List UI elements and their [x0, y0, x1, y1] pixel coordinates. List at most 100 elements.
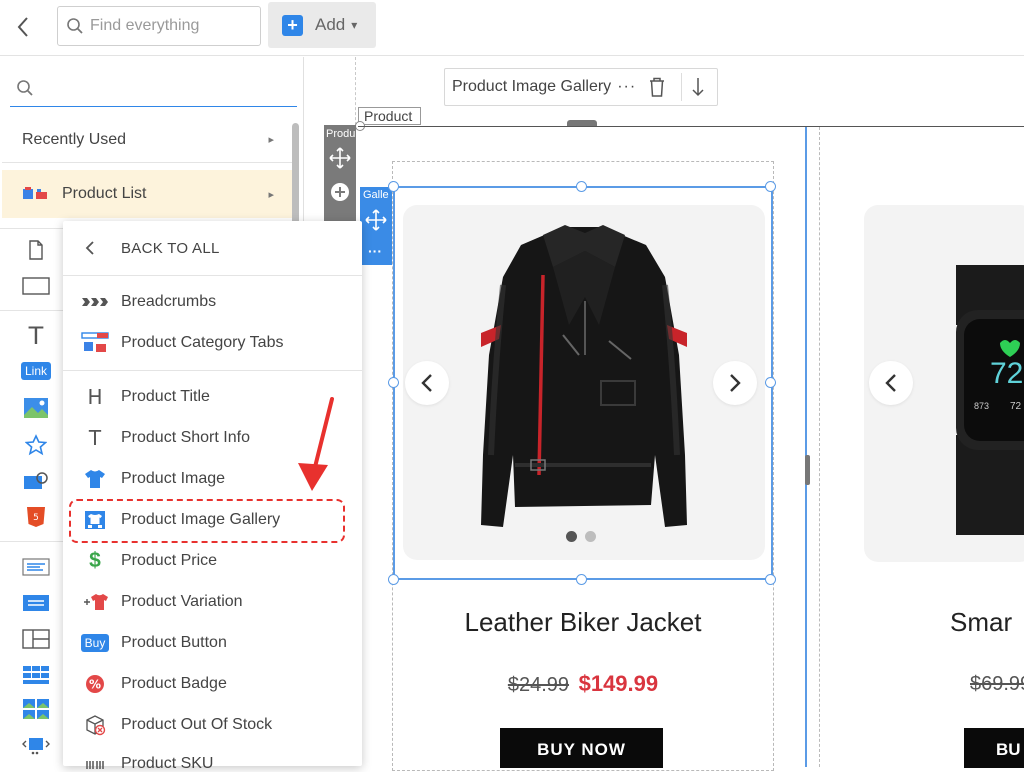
add-button[interactable]: + Add ▾: [268, 2, 376, 48]
widget-product-badge[interactable]: % Product Badge: [63, 667, 362, 701]
gallery-prev-button[interactable]: [869, 361, 913, 405]
top-bar: + Add ▾: [0, 0, 1024, 56]
widget-breadcrumbs[interactable]: Breadcrumbs: [63, 285, 362, 319]
widget-product-price[interactable]: $ Product Price: [63, 544, 362, 578]
caret-right-icon: ▸: [268, 188, 274, 201]
plus-icon: +: [282, 14, 303, 36]
back-button[interactable]: [8, 12, 38, 42]
global-search[interactable]: [57, 6, 261, 46]
percent-badge-icon: %: [81, 673, 109, 695]
product-image-frame: [403, 205, 765, 560]
grid-icon[interactable]: [22, 663, 50, 687]
category-label: Product List: [62, 185, 147, 202]
element-toolbar: Product Image Gallery ···: [444, 68, 718, 106]
resize-handle[interactable]: [765, 574, 776, 585]
image-icon[interactable]: [22, 396, 50, 420]
back-to-all-label: BACK TO ALL: [121, 239, 220, 257]
sku-icon: [81, 755, 109, 769]
buy-now-button[interactable]: BU: [964, 728, 1024, 768]
search-icon: [67, 18, 83, 34]
product-side-label: Produ: [326, 128, 356, 140]
product-price: $24.99 $149.99: [393, 671, 773, 697]
svg-text:5: 5: [33, 513, 39, 523]
svg-text:%: %: [89, 678, 101, 692]
dollar-icon: $: [89, 549, 101, 572]
section-icon[interactable]: [22, 274, 50, 298]
add-circle-icon[interactable]: [330, 182, 350, 202]
more-options-icon[interactable]: ···: [617, 78, 636, 96]
widget-product-variation[interactable]: Product Variation: [63, 585, 362, 619]
drag-grip[interactable]: [805, 455, 810, 485]
resize-handle[interactable]: [388, 181, 399, 192]
variation-icon: [81, 591, 109, 613]
global-search-input[interactable]: [90, 17, 260, 35]
widget-label: Product Badge: [121, 675, 227, 692]
widget-label: Product Price: [121, 552, 218, 569]
arrow-down-icon[interactable]: [691, 76, 705, 98]
product-list-icon: [23, 187, 47, 199]
category-label: Recently Used: [22, 130, 127, 148]
widget-label: Product Out Of Stock: [121, 716, 273, 733]
resize-handle[interactable]: [576, 181, 587, 192]
widget-label: Breadcrumbs: [121, 293, 217, 310]
resize-handle[interactable]: [388, 377, 399, 388]
product-side-toolbar: Produ: [324, 125, 356, 221]
buy-badge: Buy: [80, 634, 110, 652]
product-title: Smar: [950, 607, 1013, 637]
widget-label: Product SKU: [121, 755, 214, 769]
category-tabs-icon: [81, 332, 109, 354]
chevron-left-icon: [85, 241, 94, 255]
heading-block-icon[interactable]: [22, 591, 50, 615]
html5-icon[interactable]: 5: [22, 505, 50, 529]
highlight-annotation: [69, 499, 345, 543]
widget-product-button[interactable]: Buy Product Button: [63, 626, 362, 660]
layout-icon[interactable]: [22, 627, 50, 651]
gallery-prev-button[interactable]: [405, 361, 449, 405]
resize-handle[interactable]: [388, 574, 399, 585]
widget-label: Product Image: [121, 470, 226, 487]
text-editor-icon[interactable]: [22, 555, 50, 579]
star-icon[interactable]: [22, 433, 50, 457]
resize-handle[interactable]: [765, 181, 776, 192]
slider-icon[interactable]: [22, 733, 50, 757]
gallery-grid-icon[interactable]: [22, 697, 50, 721]
widget-label: Product Title: [121, 388, 210, 405]
out-of-stock-icon: [81, 714, 109, 736]
text-icon[interactable]: T: [22, 322, 50, 350]
product-title: Leather Biker Jacket: [464, 607, 702, 637]
link-badge: Link: [21, 362, 52, 380]
category-product-list[interactable]: Product List ▸: [2, 170, 292, 218]
widget-product-out-of-stock[interactable]: Product Out Of Stock: [63, 708, 362, 742]
pagination-dot-active[interactable]: [566, 531, 577, 542]
link-icon[interactable]: Link: [21, 359, 52, 383]
breadcrumbs-icon: [81, 291, 109, 313]
widget-product-sku[interactable]: Product SKU: [63, 749, 362, 769]
product-tag[interactable]: Product: [358, 107, 421, 125]
product-card-outline: [819, 127, 820, 767]
resize-handle[interactable]: [765, 377, 776, 388]
annotation-arrow: [298, 397, 334, 491]
pagination-dot[interactable]: [585, 531, 596, 542]
video-icon[interactable]: [22, 469, 50, 493]
gallery-next-button[interactable]: [713, 361, 757, 405]
old-price: $69.99: [970, 673, 1024, 695]
element-toolbar-title[interactable]: Product Image Gallery: [452, 78, 611, 96]
widget-product-category-tabs[interactable]: Product Category Tabs: [63, 326, 362, 360]
page-icon[interactable]: [22, 238, 50, 262]
back-to-all-button[interactable]: BACK TO ALL: [63, 231, 362, 265]
move-icon[interactable]: [329, 147, 351, 169]
drag-grip[interactable]: [567, 120, 597, 126]
panel-search[interactable]: [10, 69, 297, 107]
panel-search-input[interactable]: [42, 79, 282, 96]
search-icon: [17, 79, 33, 96]
watch-heart-rate: 72: [990, 357, 1024, 390]
category-recently-used[interactable]: Recently Used ▸: [2, 117, 292, 163]
chevron-left-icon: [17, 17, 28, 37]
trash-icon[interactable]: [648, 76, 666, 98]
leather-jacket-image: [481, 225, 687, 527]
buy-now-button[interactable]: BUY NOW: [500, 728, 663, 768]
resize-handle[interactable]: [576, 574, 587, 585]
widget-label: Product Button: [121, 634, 227, 651]
chevron-left-icon: [885, 374, 896, 392]
watch-stat: 72: [1010, 401, 1022, 412]
